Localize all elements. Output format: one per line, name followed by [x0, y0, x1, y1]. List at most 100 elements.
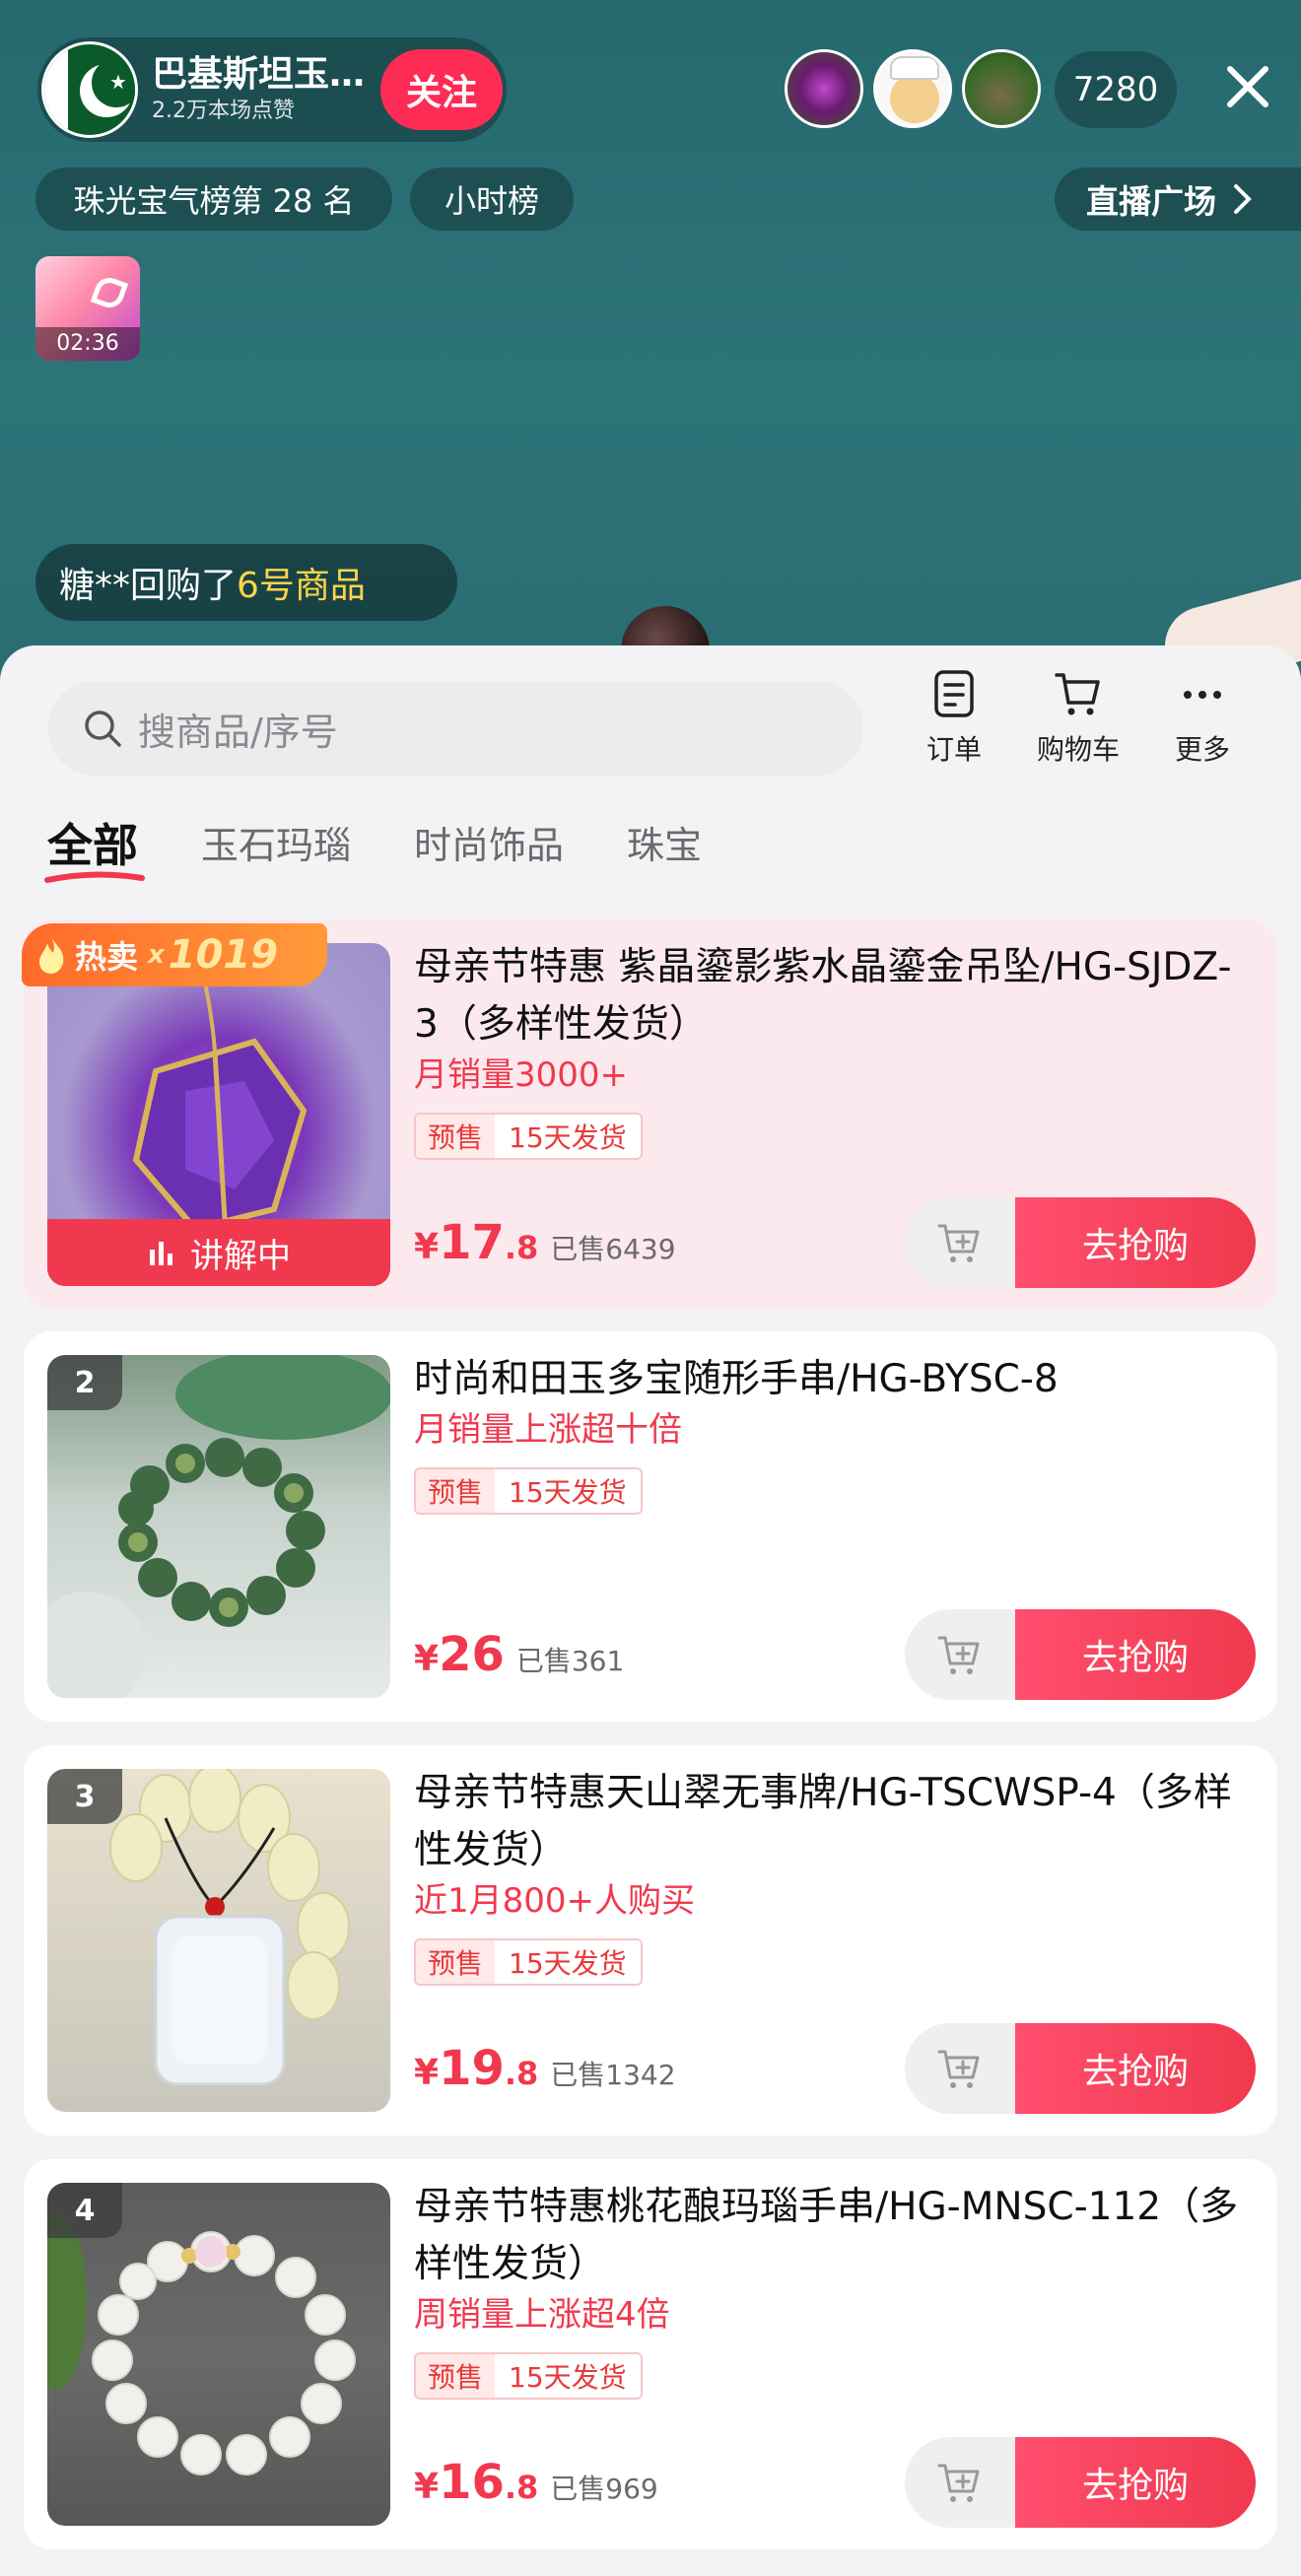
viewer-avatar[interactable]: [962, 49, 1041, 128]
search-icon: [85, 711, 121, 747]
hourly-rank-chip[interactable]: 小时榜: [410, 168, 574, 231]
price-decimal: .8: [504, 1229, 539, 1266]
add-to-cart-button[interactable]: [905, 1609, 1015, 1700]
product-title: 母亲节特惠天山翠无事牌/HG-TSCWSP-4（多样性发货）: [414, 1771, 1232, 1872]
tab-jewelry[interactable]: 珠宝: [627, 821, 702, 870]
product-subtitle: 月销量3000+: [414, 1055, 629, 1095]
price: ¥ 16 .8 已售969: [414, 2455, 658, 2510]
price-integer: 17: [439, 1215, 505, 1270]
currency-symbol: ¥: [414, 2053, 440, 2093]
tab-label: 玉石玛瑙: [201, 824, 352, 867]
tab-fashion[interactable]: 时尚饰品: [414, 821, 564, 870]
product-index: 2: [47, 1355, 122, 1410]
currency-symbol: ¥: [414, 2467, 440, 2507]
viewer-avatar[interactable]: [785, 49, 863, 128]
ship-label: 15天发货: [495, 1115, 641, 1158]
product-card[interactable]: 4 母亲节特惠桃花酿玛瑙手串/HG-MNSC-112（多样性发货） 周销量上涨超…: [24, 2159, 1277, 2549]
gift-icon: [90, 273, 129, 312]
hot-label: 热卖: [75, 938, 139, 976]
toast-action: 回购了: [130, 566, 238, 606]
live-plaza-button[interactable]: 直播广场: [1055, 168, 1301, 231]
price: ¥ 19 .8 已售1342: [414, 2041, 676, 2096]
search-placeholder: 搜商品/序号: [138, 710, 338, 754]
tab-label: 全部: [47, 819, 138, 872]
rank-chip[interactable]: 珠光宝气榜第 28 名: [35, 168, 392, 231]
product-card[interactable]: 3 母亲节特惠天山翠无事牌/HG-TSCWSP-4（多样性发货） 近1月800+…: [24, 1745, 1277, 2135]
explaining-badge[interactable]: 讲解中: [47, 1219, 390, 1286]
host-avatar[interactable]: ★: [41, 41, 138, 138]
host-likes: 2.2万本场点赞: [152, 99, 295, 123]
product-title: 时尚和田玉多宝随形手串/HG-BYSC-8: [414, 1357, 1059, 1401]
product-subtitle: 周销量上涨超4倍: [414, 2295, 670, 2335]
more-button[interactable]: 更多: [1143, 669, 1262, 787]
more-icon: [1184, 691, 1221, 699]
orders-button[interactable]: 订单: [895, 669, 1013, 787]
toast-item: 6号商品: [237, 566, 366, 606]
buy-now-button[interactable]: 去抢购: [1015, 1197, 1256, 1288]
host-name: 巴基斯坦玉…: [152, 54, 366, 95]
cart-button[interactable]: 购物车: [1019, 669, 1137, 787]
ship-label: 15天发货: [495, 1469, 641, 1513]
buy-now-button[interactable]: 去抢购: [1015, 1609, 1256, 1700]
buy-now-button[interactable]: 去抢购: [1015, 2437, 1256, 2528]
purchase-toast: 糖** 回购了 6号商品: [35, 544, 457, 621]
product-image[interactable]: 3: [47, 1769, 390, 2112]
product-card[interactable]: 2 时尚和田玉多宝随形手串/HG-BYSC-8 月销量上涨超十倍 预售 15天发…: [24, 1331, 1277, 1722]
product-index: 3: [47, 1769, 122, 1824]
gift-timer: 02:36: [35, 327, 140, 361]
ship-label: 15天发货: [495, 2354, 641, 2398]
buy-now-button[interactable]: 去抢购: [1015, 2023, 1256, 2114]
tab-jade-agate[interactable]: 玉石玛瑙: [201, 821, 351, 870]
presale-label: 预售: [416, 2354, 496, 2398]
hot-sale-badge: 热卖 x 1019: [22, 923, 327, 986]
host-info[interactable]: ★ 巴基斯坦玉… 2.2万本场点赞 关注: [37, 37, 507, 142]
product-index: 4: [47, 2183, 122, 2238]
product-title: 母亲节特惠 紫晶鎏影紫水晶鎏金吊坠/HG-SJDZ-3（多样性发货）: [414, 945, 1232, 1047]
price: ¥ 17 .8 已售6439: [414, 1215, 676, 1270]
tab-all[interactable]: 全部: [44, 819, 145, 883]
price-integer: 19: [439, 2041, 505, 2096]
sold-count: 已售6439: [550, 1233, 676, 1265]
sold-count: 已售969: [550, 2473, 658, 2505]
price-decimal: .8: [504, 2055, 539, 2092]
chevron-right-icon: [1234, 184, 1252, 214]
buy-group: 去抢购: [905, 1609, 1256, 1700]
bar-chart-icon: [150, 1242, 172, 1265]
product-image[interactable]: 2: [47, 1355, 390, 1698]
cart-label: 购物车: [1036, 733, 1120, 766]
add-to-cart-button[interactable]: [905, 2023, 1015, 2114]
hot-multiplier: x: [148, 940, 165, 970]
follow-button[interactable]: 关注: [380, 49, 503, 130]
price: ¥ 26 已售361: [414, 1627, 624, 1682]
add-to-cart-button[interactable]: [905, 1197, 1015, 1288]
add-to-cart-icon: [937, 1224, 980, 1262]
orders-icon: [934, 670, 974, 717]
currency-symbol: ¥: [414, 1639, 440, 1679]
product-image[interactable]: 4: [47, 2183, 390, 2526]
viewer-avatar[interactable]: [873, 49, 952, 128]
product-subtitle: 月销量上涨超十倍: [414, 1410, 682, 1450]
hot-count: 1019: [168, 932, 279, 978]
explaining-label: 讲解中: [190, 1236, 291, 1276]
add-to-cart-icon: [937, 2050, 980, 2088]
presale-tag: 预售 15天发货: [414, 2352, 643, 2400]
tab-label: 时尚饰品: [414, 824, 565, 867]
sold-count: 已售1342: [550, 2059, 676, 2091]
product-card[interactable]: 讲解中 热卖 x 1019 母亲节特惠 紫晶鎏影紫水晶鎏金吊坠/HG-SJDZ-…: [22, 919, 1277, 1310]
add-to-cart-icon: [937, 2464, 980, 2502]
presale-tag: 预售 15天发货: [414, 1113, 643, 1160]
shop-panel: 搜商品/序号 订单 购物车 更多 全部 玉石玛瑙 时尚饰品 珠宝 讲解中 热卖 …: [0, 645, 1301, 2576]
gift-box[interactable]: 02:36: [35, 256, 140, 361]
search-input[interactable]: 搜商品/序号: [47, 681, 863, 776]
product-image[interactable]: 讲解中: [47, 943, 390, 1286]
tab-underline: [44, 871, 145, 883]
viewer-count[interactable]: 7280: [1055, 51, 1177, 128]
currency-symbol: ¥: [414, 1227, 440, 1267]
buy-group: 去抢购: [905, 1197, 1256, 1288]
add-to-cart-button[interactable]: [905, 2437, 1015, 2528]
buy-group: 去抢购: [905, 2437, 1256, 2528]
cart-icon: [1055, 673, 1100, 715]
price-integer: 26: [439, 1627, 505, 1682]
close-icon[interactable]: [1218, 57, 1277, 116]
price-decimal: .8: [504, 2469, 539, 2506]
